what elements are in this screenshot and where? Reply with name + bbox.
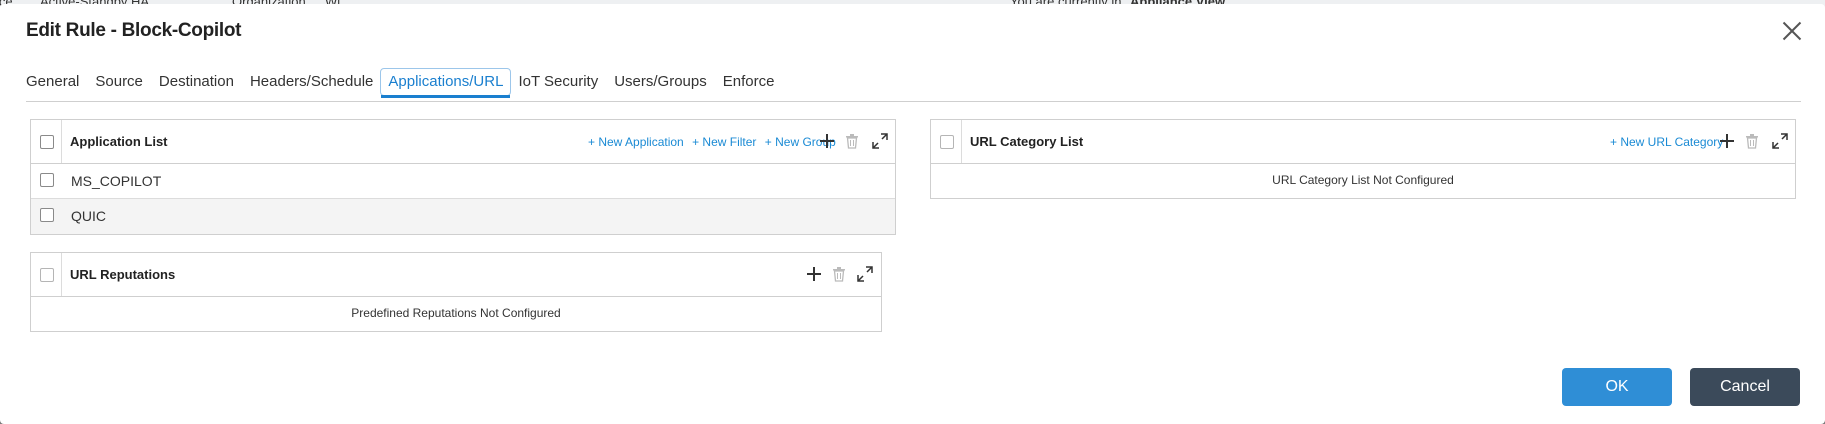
tab-bar: General Source Destination Headers/Sched… [26, 68, 790, 101]
add-icon[interactable] [1718, 132, 1736, 150]
new-url-category-link[interactable]: + New URL Category [1610, 135, 1723, 149]
application-name: QUIC [71, 208, 106, 224]
expand-icon[interactable] [856, 265, 874, 283]
tab-users-groups[interactable]: Users/Groups [614, 71, 707, 101]
dialog-title: Edit Rule - Block-Copilot [26, 20, 242, 41]
url-reputations-panel: URL Reputations Predefined Reputations N… [30, 252, 882, 332]
url-reputations-title: URL Reputations [70, 267, 176, 282]
url-category-list-panel: URL Category List + New URL Category URL… [930, 119, 1796, 199]
application-actions: + New Application + New Filter + New Gro… [583, 135, 836, 149]
application-name: MS_COPILOT [71, 173, 162, 189]
url-reputations-empty-message: Predefined Reputations Not Configured [351, 306, 561, 320]
tab-iot-security[interactable]: IoT Security [518, 71, 598, 101]
trash-icon[interactable] [830, 265, 848, 283]
tab-applications-url[interactable]: Applications/URL [380, 68, 512, 98]
tab-source[interactable]: Source [95, 71, 143, 101]
header-divider [61, 253, 62, 296]
edit-rule-dialog: Edit Rule - Block-Copilot General Source… [0, 4, 1825, 424]
application-list-header: Application List + New Application + New… [31, 120, 895, 164]
url-category-list-header: URL Category List + New URL Category [931, 120, 1795, 164]
list-item[interactable]: QUIC [31, 199, 895, 234]
trash-icon[interactable] [1743, 132, 1761, 150]
select-all-url-categories-checkbox[interactable] [940, 135, 954, 149]
expand-icon[interactable] [1771, 132, 1789, 150]
close-icon[interactable] [1779, 18, 1805, 44]
application-list-panel: Application List + New Application + New… [30, 119, 896, 235]
header-divider [961, 120, 962, 163]
add-icon[interactable] [818, 132, 836, 150]
new-filter-link[interactable]: + New Filter [692, 135, 756, 149]
row-checkbox[interactable] [40, 173, 54, 187]
new-application-link[interactable]: + New Application [588, 135, 684, 149]
cancel-button[interactable]: Cancel [1690, 368, 1800, 406]
add-icon[interactable] [805, 265, 823, 283]
url-category-actions: + New URL Category [1605, 135, 1723, 149]
tab-headers-schedule[interactable]: Headers/Schedule [250, 71, 373, 101]
header-divider [61, 120, 62, 163]
application-list-title: Application List [70, 134, 168, 149]
trash-icon[interactable] [843, 132, 861, 150]
expand-icon[interactable] [871, 132, 889, 150]
url-category-list-title: URL Category List [970, 134, 1084, 149]
select-all-reputations-checkbox[interactable] [40, 268, 54, 282]
ok-button[interactable]: OK [1562, 368, 1672, 406]
tab-general[interactable]: General [26, 71, 79, 101]
tab-enforce[interactable]: Enforce [723, 71, 775, 101]
url-reputations-header: URL Reputations [31, 253, 881, 297]
tab-divider [26, 101, 1801, 102]
list-item[interactable]: MS_COPILOT [31, 164, 895, 199]
url-category-empty-message: URL Category List Not Configured [1272, 173, 1454, 187]
select-all-applications-checkbox[interactable] [40, 135, 54, 149]
row-checkbox[interactable] [40, 208, 54, 222]
tab-destination[interactable]: Destination [159, 71, 234, 101]
